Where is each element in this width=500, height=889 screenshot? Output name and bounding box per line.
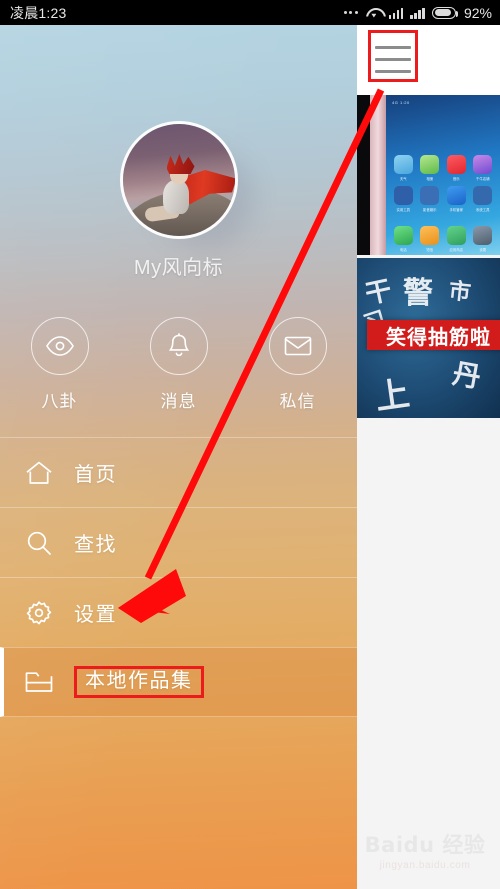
app-label: 影音娱乐 xyxy=(422,208,437,212)
settings-icon xyxy=(473,226,493,245)
quick-action-label: 私信 xyxy=(279,392,316,411)
folder-icon xyxy=(22,669,56,695)
watermark-title: Baidu 经验 xyxy=(364,833,486,857)
signal-2-icon xyxy=(410,7,425,19)
more-dots-icon xyxy=(343,11,358,14)
username-label: My风向标 xyxy=(133,257,224,279)
thumbnail-blackboard-video[interactable]: 干 警 市 习 丹 上 笑得抽筋啦 xyxy=(357,258,500,418)
banner-text: 笑得抽筋啦 xyxy=(386,324,491,349)
phone-bezel xyxy=(370,95,386,255)
avatar[interactable] xyxy=(119,121,238,239)
search-icon xyxy=(22,529,56,557)
app-icon-item: 电话 xyxy=(390,226,417,252)
bell-icon xyxy=(149,317,208,375)
menu-item-label: 首页 xyxy=(74,464,117,486)
menu-item-label: 本地作品集 xyxy=(74,666,204,698)
thumbnail-list: 4G 1:20 天气 相册 音乐 千牛店铺 实用工具 影音娱乐 手机管家 系统工… xyxy=(357,95,500,418)
chalk-char: 丹 xyxy=(450,356,484,395)
chalk-char: 市 xyxy=(447,278,473,307)
watermark-url: jingyan.baidu.com xyxy=(379,860,471,871)
phone-screen: 4G 1:20 天气 相册 音乐 千牛店铺 实用工具 影音娱乐 手机管家 系统工… xyxy=(0,0,500,889)
drawer-menu: 首页 查找 设置 本地作品集 xyxy=(0,437,357,717)
system-folder-icon xyxy=(473,186,493,205)
app-label: 音乐 xyxy=(452,177,460,181)
app-icon-item: 手机管家 xyxy=(443,186,470,212)
watermark: Baidu 经验 jingyan.baidu.com xyxy=(360,829,490,871)
app-label: 千牛店铺 xyxy=(475,177,490,181)
tools-folder-icon xyxy=(393,186,413,205)
app-icon-item: 设置 xyxy=(470,226,497,252)
menu-item-search[interactable]: 查找 xyxy=(0,507,357,577)
quick-action-label: 消息 xyxy=(160,392,197,411)
app-icon-item: 应用商店 xyxy=(443,226,470,252)
quick-action-bagua[interactable]: 八卦 xyxy=(0,317,119,412)
shop-icon xyxy=(473,155,493,174)
chalk-char: 警 xyxy=(403,276,433,311)
status-bar: 凌晨1:23 92% xyxy=(0,0,500,25)
weather-icon xyxy=(393,155,413,174)
profile-section[interactable]: My风向标 xyxy=(0,121,357,280)
quick-action-label: 八卦 xyxy=(41,392,78,411)
app-grid-row3: 电话 短信 应用商店 设置 xyxy=(390,226,496,252)
menu-item-local-collection[interactable]: 本地作品集 xyxy=(0,647,357,717)
menu-item-settings[interactable]: 设置 xyxy=(0,577,357,647)
menu-item-label: 设置 xyxy=(74,604,117,626)
home-icon xyxy=(22,459,56,487)
chalk-char: 上 xyxy=(372,373,413,418)
security-icon xyxy=(446,186,466,205)
app-label: 相册 xyxy=(426,177,434,181)
app-label: 系统工具 xyxy=(475,208,490,212)
app-grid-row1: 天气 相册 音乐 千牛店铺 实用工具 影音娱乐 手机管家 系统工具 xyxy=(390,155,496,212)
navigation-drawer: My风向标 八卦 消息 私信 首页 查找 设置 本地作品集 xyxy=(0,25,357,889)
app-label: 实用工具 xyxy=(396,208,411,212)
hamburger-highlight-box xyxy=(368,30,418,82)
status-icons: 92% xyxy=(343,4,492,21)
app-label: 电话 xyxy=(399,248,407,252)
app-icon-item: 天气 xyxy=(390,155,417,181)
status-time: 凌晨1:23 xyxy=(10,4,67,21)
menu-item-label: 查找 xyxy=(74,534,117,556)
quick-actions: 八卦 消息 私信 xyxy=(0,317,357,412)
phone-screen-area: 4G 1:20 天气 相册 音乐 千牛店铺 实用工具 影音娱乐 手机管家 系统工… xyxy=(386,95,500,255)
app-label: 设置 xyxy=(479,248,487,252)
app-store-icon xyxy=(446,226,466,245)
phone-icon xyxy=(393,226,413,245)
quick-action-messages[interactable]: 消息 xyxy=(119,317,238,412)
battery-icon xyxy=(431,6,459,19)
app-icon-item: 千牛店铺 xyxy=(470,155,497,181)
media-folder-icon xyxy=(420,186,440,205)
gallery-icon xyxy=(420,155,440,174)
app-icon-item: 短信 xyxy=(417,226,444,252)
app-icon-item: 影音娱乐 xyxy=(417,186,444,212)
menu-item-home[interactable]: 首页 xyxy=(0,437,357,507)
app-label: 天气 xyxy=(399,177,407,181)
video-banner: 笑得抽筋啦 xyxy=(367,320,500,350)
eye-icon xyxy=(30,317,89,375)
signal-1-icon xyxy=(388,7,404,19)
envelope-icon xyxy=(268,317,327,375)
thumb-status-text: 4G 1:20 xyxy=(392,100,410,105)
quick-action-private-message[interactable]: 私信 xyxy=(238,317,357,412)
app-icon-item: 系统工具 xyxy=(470,186,497,212)
blackboard-background: 干 警 市 习 丹 上 笑得抽筋啦 xyxy=(357,258,500,418)
app-icon-item: 音乐 xyxy=(443,155,470,181)
music-icon xyxy=(446,155,466,174)
thumbnail-phone-home-screen[interactable]: 4G 1:20 天气 相册 音乐 千牛店铺 实用工具 影音娱乐 手机管家 系统工… xyxy=(357,95,500,255)
battery-percent-label: 92% xyxy=(463,4,492,21)
app-label: 应用商店 xyxy=(449,248,464,252)
app-icon-item: 相册 xyxy=(417,155,444,181)
app-label: 短信 xyxy=(426,248,434,252)
gear-icon xyxy=(22,599,56,627)
wifi-icon xyxy=(366,7,382,19)
sms-icon xyxy=(420,226,440,245)
app-icon-item: 实用工具 xyxy=(390,186,417,212)
app-label: 手机管家 xyxy=(449,208,464,212)
avatar-body xyxy=(162,180,189,214)
